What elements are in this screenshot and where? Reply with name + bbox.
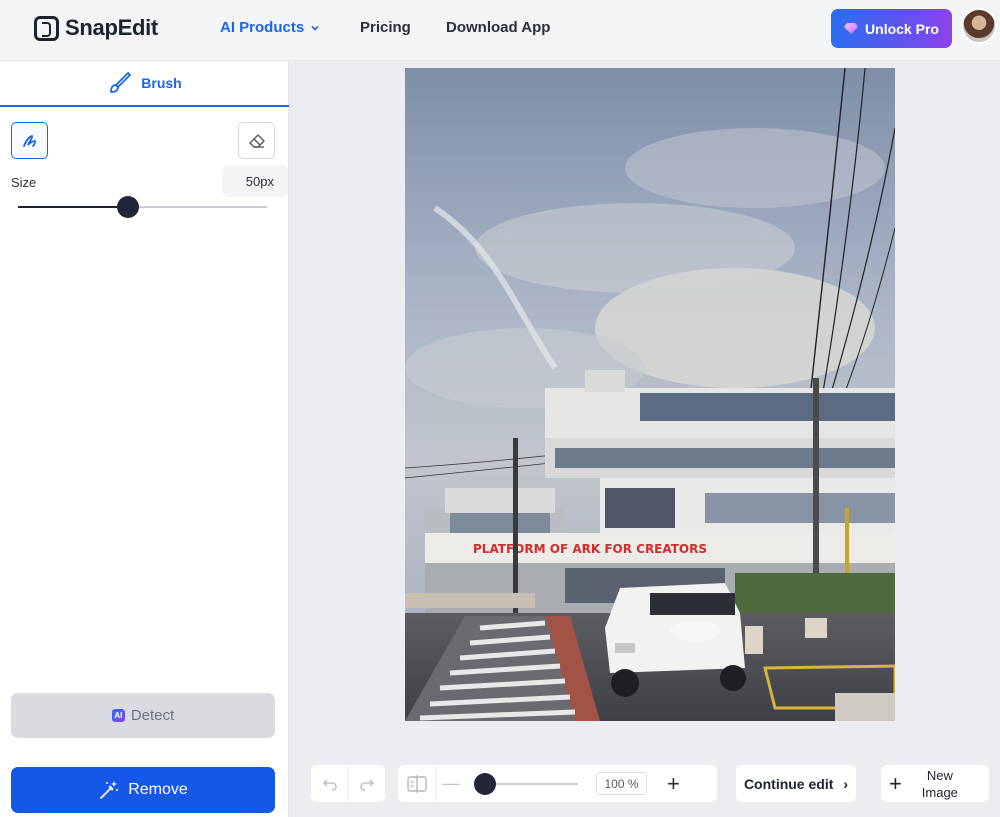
undo-button[interactable] [311,765,348,802]
brush-size-slider-fill [18,206,128,208]
brush-size-slider-handle[interactable] [116,196,139,218]
tab-brush[interactable]: Brush [0,61,289,107]
unlock-pro-label: Unlock Pro [865,20,939,37]
editing-canvas-photo[interactable]: PLATFORM OF ARK FOR CREATORS [405,68,895,721]
unlock-pro-button[interactable]: Unlock Pro [831,9,952,48]
magic-wand-icon [100,781,119,799]
brush-size-value: 50px [222,165,288,197]
tool-sidebar: Brush Size 50px AI Detect Remove [0,61,289,817]
plus-icon: + [889,770,902,796]
photo-sign-text: PLATFORM OF ARK FOR CREATORS [473,542,707,556]
undo-icon [322,778,337,791]
remove-button[interactable]: Remove [11,767,275,813]
continue-edit-button[interactable]: Continue edit › [736,765,856,802]
compare-button[interactable] [398,765,436,802]
nav-ai-products-label: AI Products [220,19,305,36]
zoom-slider[interactable] [474,772,578,795]
detect-button[interactable]: AI Detect [11,693,275,738]
new-image-label: New Image [921,767,958,800]
ai-badge-icon: AI [111,709,125,722]
detect-label: Detect [130,707,175,724]
brush-tool-button[interactable] [11,122,48,159]
brush-size-slider[interactable] [18,196,267,218]
zoom-controls: — 100 % + [398,765,717,802]
chevron-right-icon: › [843,775,849,792]
zoom-out-button[interactable]: — [436,773,466,794]
diamond-icon [844,23,859,34]
logo-mark-icon [34,15,59,41]
redo-icon [360,778,375,791]
eraser-tool-button[interactable] [238,122,275,159]
chevron-down-icon [311,25,319,31]
photo-scene: PLATFORM OF ARK FOR CREATORS [405,68,895,721]
pen-scribble-icon [22,134,36,147]
compare-icon [406,774,427,793]
redo-button[interactable] [348,765,385,802]
nav-pricing[interactable]: Pricing [360,19,411,36]
zoom-in-button[interactable]: + [667,772,680,795]
history-controls [311,765,385,802]
snapedit-logo[interactable]: SnapEdit [34,15,158,41]
eraser-icon [248,133,265,148]
new-image-button[interactable]: + New Image [881,765,989,802]
continue-edit-label: Continue edit [743,775,834,792]
remove-label: Remove [128,781,188,798]
nav-ai-products[interactable]: AI Products [220,19,320,36]
zoom-level-value: 100 % [596,772,647,795]
user-avatar[interactable] [961,8,997,44]
nav-download-app[interactable]: Download App [446,19,550,36]
top-header: SnapEdit AI Products Pricing Download Ap… [0,0,1000,61]
tab-brush-label: Brush [141,75,182,91]
brush-size-label: Size [11,175,37,190]
zoom-slider-handle[interactable] [474,772,496,795]
logo-text: SnapEdit [65,15,158,40]
brush-icon [110,72,132,93]
